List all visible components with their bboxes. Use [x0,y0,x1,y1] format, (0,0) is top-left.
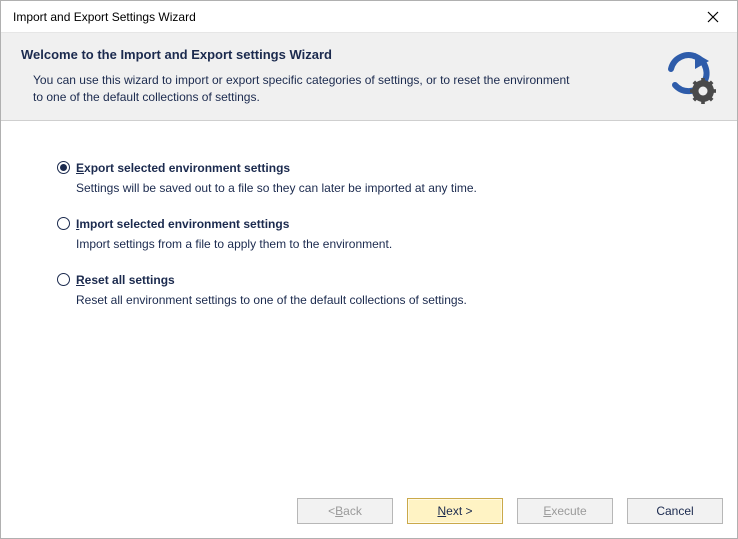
radio-import[interactable]: Import selected environment settings [57,217,713,231]
option-label: Export selected environment settings [76,161,290,175]
header-title: Welcome to the Import and Export setting… [21,47,643,62]
header-text: Welcome to the Import and Export setting… [21,47,643,106]
option-description: Import settings from a file to apply the… [76,237,713,251]
option-description: Settings will be saved out to a file so … [76,181,713,195]
radio-export[interactable]: Export selected environment settings [57,161,713,175]
option-label: Reset all settings [76,273,175,287]
option-reset: Reset all settings Reset all environment… [57,273,713,307]
option-import: Import selected environment settings Imp… [57,217,713,251]
close-icon [707,11,719,23]
wizard-content: Export selected environment settings Set… [1,121,737,486]
window-title: Import and Export Settings Wizard [13,10,196,24]
back-button: < Back [297,498,393,524]
titlebar: Import and Export Settings Wizard [1,1,737,33]
radio-icon [57,217,70,230]
option-label: Import selected environment settings [76,217,289,231]
header-description: You can use this wizard to import or exp… [21,72,581,106]
wizard-header: Welcome to the Import and Export setting… [1,33,737,121]
wizard-window: Import and Export Settings Wizard Welcom… [0,0,738,539]
option-export: Export selected environment settings Set… [57,161,713,195]
execute-button: Execute [517,498,613,524]
radio-icon [57,273,70,286]
radio-icon [57,161,70,174]
cancel-button[interactable]: Cancel [627,498,723,524]
next-button[interactable]: Next > [407,498,503,524]
radio-reset[interactable]: Reset all settings [57,273,713,287]
wizard-footer: < Back Next > Execute Cancel [1,486,737,538]
settings-refresh-icon [659,47,717,105]
option-description: Reset all environment settings to one of… [76,293,713,307]
close-button[interactable] [699,5,727,29]
